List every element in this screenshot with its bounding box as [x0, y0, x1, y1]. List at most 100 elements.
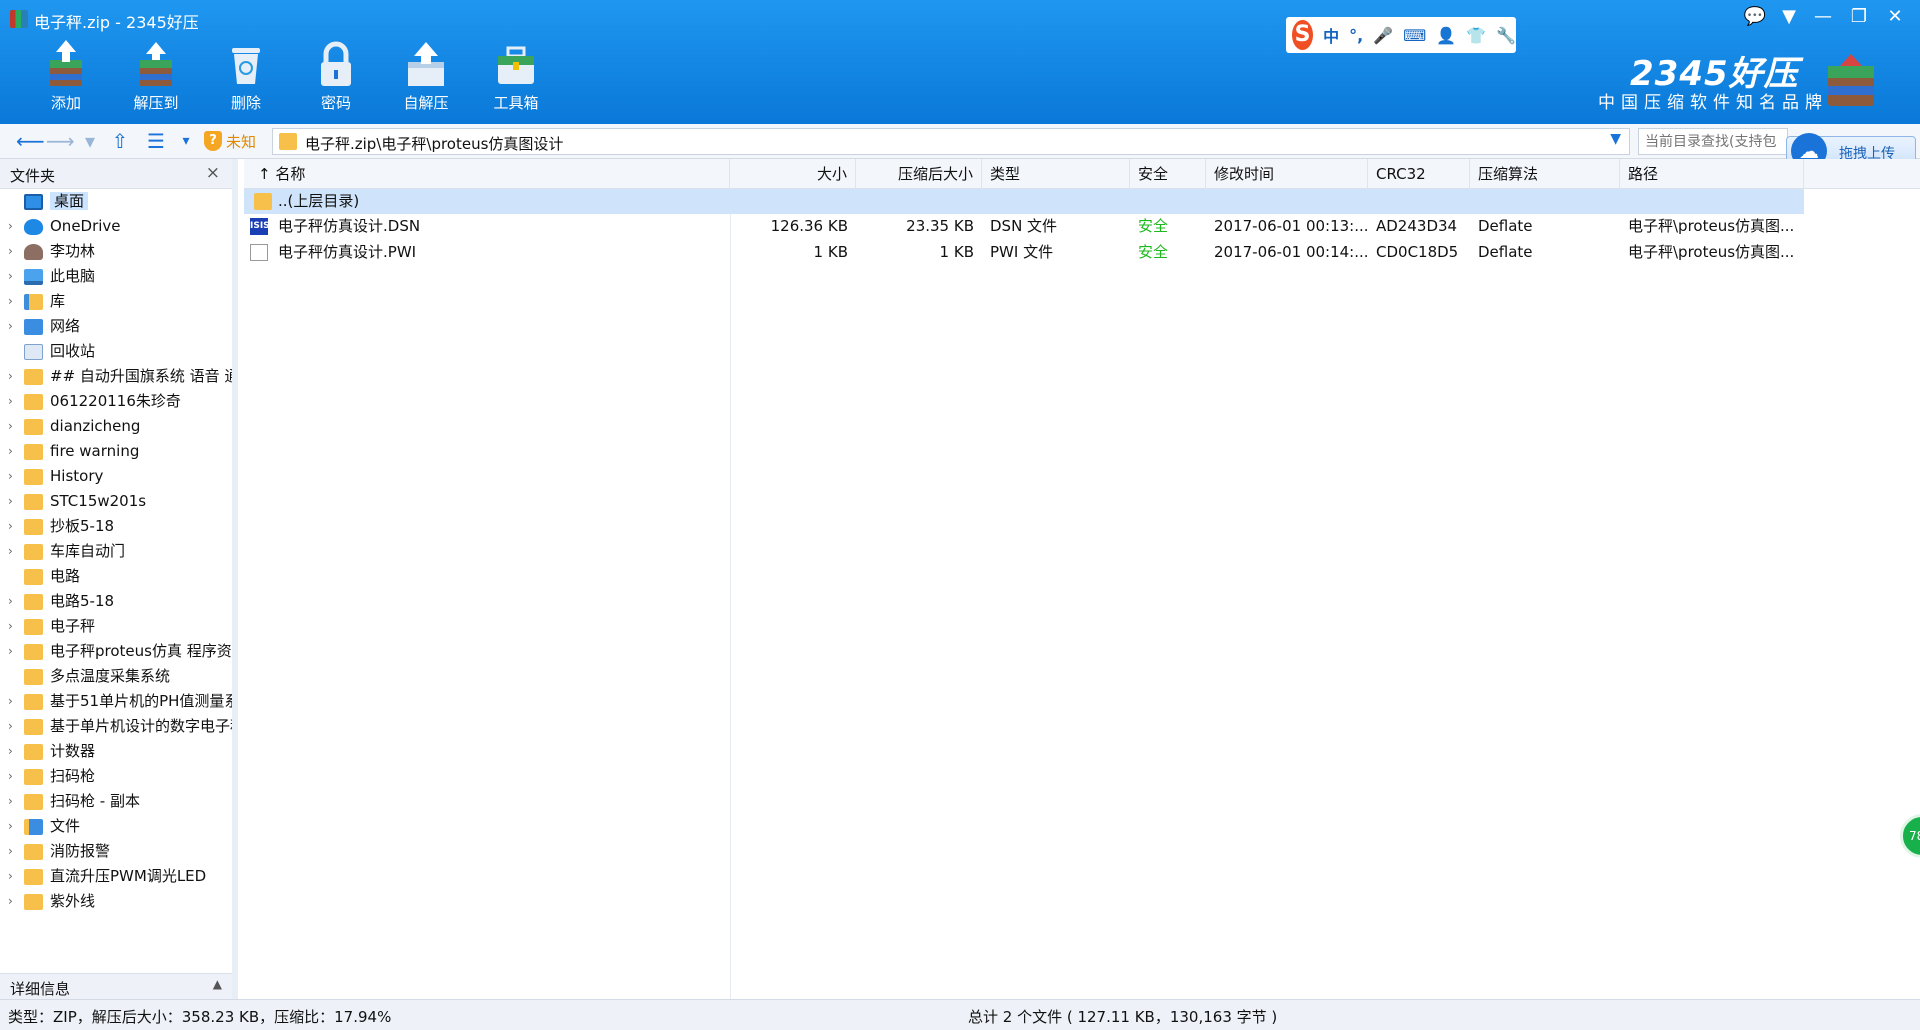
toolbox-button[interactable]: 工具箱: [476, 38, 556, 118]
expand-arrow-icon[interactable]: ›: [8, 539, 18, 564]
expand-arrow-icon[interactable]: ›: [8, 264, 18, 289]
tree-item[interactable]: › fire warning: [0, 439, 232, 464]
security-status[interactable]: ? 未知: [204, 129, 256, 153]
tree-item[interactable]: › 扫码枪: [0, 764, 232, 789]
microphone-icon[interactable]: 🎤: [1373, 26, 1393, 45]
restore-button[interactable]: ❐: [1842, 4, 1876, 30]
column-header-size[interactable]: 大小: [730, 159, 856, 189]
table-row[interactable]: 电子秤仿真设计.PWI 1 KB 1 KB PWI 文件 安全 2017-06-01 00…: [244, 240, 1804, 265]
tree-item[interactable]: › 061220116朱珍奇: [0, 389, 232, 414]
tree-item[interactable]: › 电路5-18: [0, 589, 232, 614]
up-folder-icon[interactable]: ⇧: [106, 128, 134, 154]
self-extract-button[interactable]: 自解压: [386, 38, 466, 118]
tree-item[interactable]: › 库: [0, 289, 232, 314]
expand-arrow-icon[interactable]: ›: [8, 489, 18, 514]
details-panel-toggle[interactable]: 详细信息 ▲: [0, 973, 232, 999]
close-button[interactable]: ✕: [1878, 4, 1912, 30]
delete-button[interactable]: 删除: [206, 38, 286, 118]
expand-arrow-icon[interactable]: ›: [8, 789, 18, 814]
expand-arrow-icon[interactable]: ›: [8, 464, 18, 489]
search-box[interactable]: [1638, 128, 1788, 155]
expand-arrow-icon[interactable]: ›: [8, 689, 18, 714]
expand-arrow-icon[interactable]: ›: [8, 864, 18, 889]
expand-arrow-icon[interactable]: ›: [8, 814, 18, 839]
expand-arrow-icon[interactable]: ›: [8, 839, 18, 864]
tree-item[interactable]: › STC15w201s: [0, 489, 232, 514]
history-dropdown-icon[interactable]: ▾: [76, 128, 104, 154]
column-header-crc32[interactable]: CRC32: [1368, 159, 1470, 189]
tree-item[interactable]: › 电子秤proteus仿真 程序资料: [0, 639, 232, 664]
expand-arrow-icon[interactable]: ›: [8, 714, 18, 739]
search-input[interactable]: [1639, 129, 1787, 154]
expand-arrow-icon[interactable]: ›: [8, 889, 18, 914]
tree-item[interactable]: › OneDrive: [0, 214, 232, 239]
extract-to-button[interactable]: 解压到: [116, 38, 196, 118]
column-header-method[interactable]: 压缩算法: [1470, 159, 1620, 189]
tree-item[interactable]: › dianzicheng: [0, 414, 232, 439]
folder-icon: [24, 794, 43, 810]
wrench-icon[interactable]: 🔧: [1496, 26, 1516, 45]
tree-item[interactable]: › 消防报警: [0, 839, 232, 864]
sogou-logo-icon[interactable]: S: [1292, 20, 1314, 50]
forward-arrow-icon[interactable]: ⟶: [46, 128, 75, 154]
tree-item[interactable]: › 计数器: [0, 739, 232, 764]
tree-item[interactable]: › 网络: [0, 314, 232, 339]
expand-arrow-icon[interactable]: ›: [8, 214, 18, 239]
expand-arrow-icon[interactable]: ›: [8, 764, 18, 789]
tree-item[interactable]: › 抄板5-18: [0, 514, 232, 539]
tree-item[interactable]: › 紫外线: [0, 889, 232, 914]
view-list-icon[interactable]: ☰: [142, 128, 170, 154]
keyboard-icon[interactable]: ⌨: [1403, 26, 1426, 45]
column-header-safety[interactable]: 安全: [1130, 159, 1206, 189]
tree-item[interactable]: 多点温度采集系统: [0, 664, 232, 689]
column-header-packed-size[interactable]: 压缩后大小: [856, 159, 982, 189]
tree-item[interactable]: › 此电脑: [0, 264, 232, 289]
menu-dropdown-icon[interactable]: ▼: [1772, 4, 1806, 30]
expand-arrow-icon[interactable]: ›: [8, 239, 18, 264]
expand-arrow-icon[interactable]: ›: [8, 589, 18, 614]
column-header-type[interactable]: 类型: [982, 159, 1130, 189]
column-header-name[interactable]: ↑ 名称: [244, 159, 730, 189]
expand-arrow-icon[interactable]: ›: [8, 389, 18, 414]
expand-arrow-icon[interactable]: ›: [8, 364, 18, 389]
add-button[interactable]: 添加: [26, 38, 106, 118]
ime-chinese-mode[interactable]: 中: [1323, 23, 1339, 47]
path-input[interactable]: 电子秤.zip\电子秤\proteus仿真图设计 ▼: [272, 128, 1630, 155]
tree-item[interactable]: › 李功林: [0, 239, 232, 264]
feedback-icon[interactable]: 💬: [1738, 4, 1772, 30]
collapse-up-icon[interactable]: ▲: [213, 977, 222, 991]
view-dropdown-icon[interactable]: ▾: [172, 128, 200, 154]
expand-arrow-icon[interactable]: ›: [8, 314, 18, 339]
column-header-path[interactable]: 路径: [1620, 159, 1804, 189]
expand-arrow-icon[interactable]: ›: [8, 739, 18, 764]
tree-item[interactable]: › 车库自动门: [0, 539, 232, 564]
table-row[interactable]: ISIS 电子秤仿真设计.DSN 126.36 KB 23.35 KB DSN 文件 安全…: [244, 214, 1804, 239]
tree-item[interactable]: › 电子秤: [0, 614, 232, 639]
expand-arrow-icon[interactable]: ›: [8, 514, 18, 539]
tree-item[interactable]: › ## 自动升国旗系统 语音 通: [0, 364, 232, 389]
parent-directory-row[interactable]: ..(上层目录): [244, 189, 1804, 214]
tree-item[interactable]: 电路: [0, 564, 232, 589]
password-button[interactable]: 密码: [296, 38, 376, 118]
expand-arrow-icon[interactable]: ›: [8, 639, 18, 664]
expand-arrow-icon[interactable]: ›: [8, 439, 18, 464]
tree-item[interactable]: › 扫码枪 - 副本: [0, 789, 232, 814]
back-arrow-icon[interactable]: ⟵: [16, 128, 45, 154]
tree-item[interactable]: › 文件: [0, 814, 232, 839]
tree-item[interactable]: › 基于单片机设计的数字电子秤: [0, 714, 232, 739]
expand-arrow-icon[interactable]: ›: [8, 614, 18, 639]
tree-item[interactable]: › History: [0, 464, 232, 489]
tree-item[interactable]: 回收站: [0, 339, 232, 364]
tree-item[interactable]: 桌面: [0, 189, 232, 214]
expand-arrow-icon[interactable]: ›: [8, 414, 18, 439]
path-dropdown-icon[interactable]: ▼: [1610, 131, 1621, 147]
column-header-modified[interactable]: 修改时间: [1206, 159, 1368, 189]
ime-punctuation[interactable]: °,: [1349, 26, 1363, 45]
minimize-button[interactable]: —: [1806, 4, 1840, 30]
close-panel-icon[interactable]: ×: [206, 163, 220, 183]
skin-icon[interactable]: 👕: [1466, 26, 1486, 45]
tree-item[interactable]: › 直流升压PWM调光LED: [0, 864, 232, 889]
expand-arrow-icon[interactable]: ›: [8, 289, 18, 314]
user-icon[interactable]: 👤: [1436, 26, 1456, 45]
tree-item[interactable]: › 基于51单片机的PH值测量系: [0, 689, 232, 714]
